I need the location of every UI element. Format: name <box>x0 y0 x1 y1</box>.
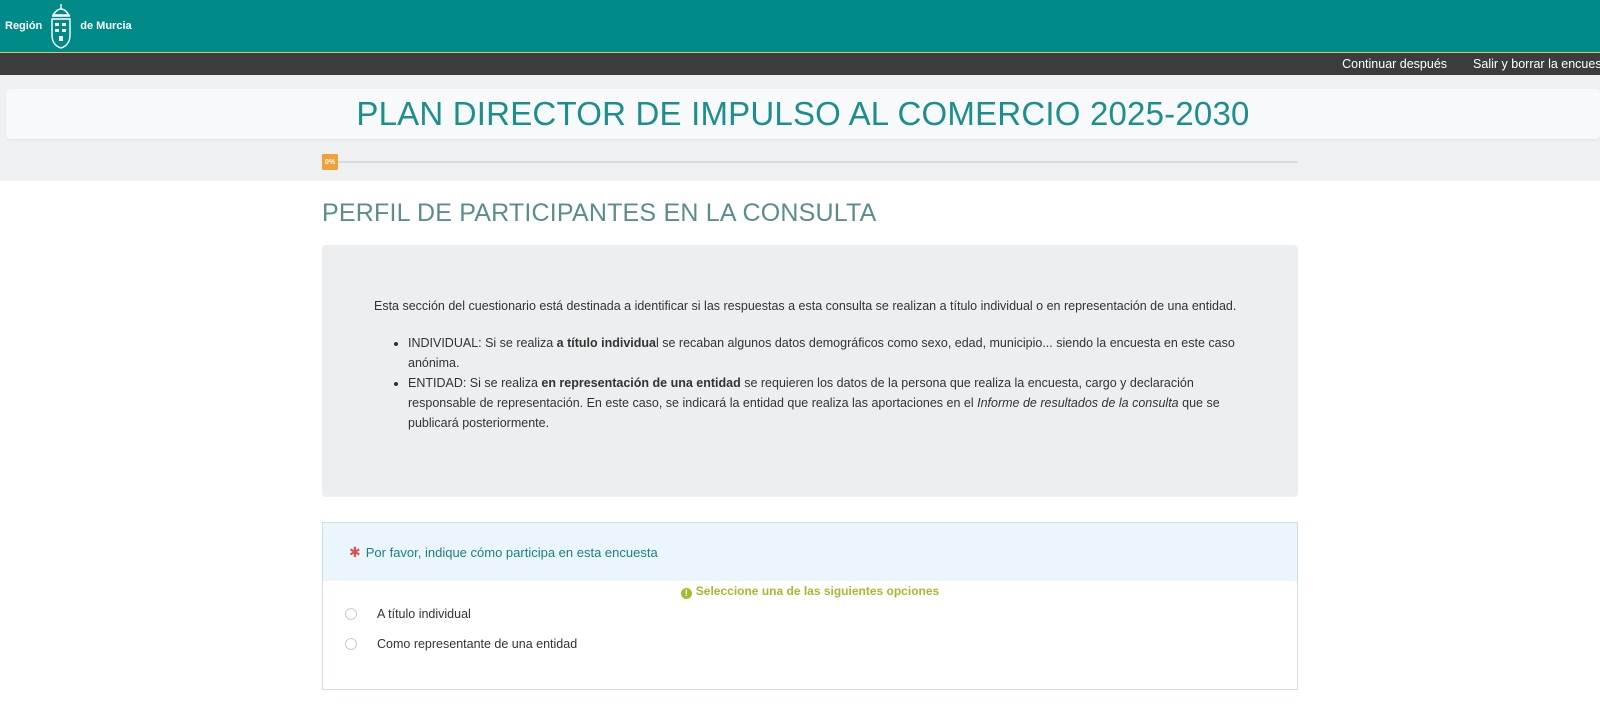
region-de-murcia-logo[interactable]: Región de Murcia <box>5 0 132 52</box>
survey-title-area: PLAN DIRECTOR DE IMPULSO AL COMERCIO 202… <box>0 75 1600 181</box>
list-item-entity: ENTIDAD: Si se realiza en representación… <box>408 373 1248 433</box>
group-description: Esta sección del cuestionario está desti… <box>322 245 1298 497</box>
question-text: Por favor, indique cómo participa en est… <box>365 544 658 560</box>
question-header: ✱ Por favor, indique cómo participa en e… <box>323 523 1297 581</box>
coat-of-arms-icon <box>51 4 71 49</box>
option-individual[interactable]: A título individual <box>323 599 1297 629</box>
list-item-individual: INDIVIDUAL: Si se realiza a título indiv… <box>408 333 1248 373</box>
option-label-entity: Como representante de una entidad <box>377 637 578 651</box>
nav-links: Continuar después Salir y borrar la encu… <box>1342 53 1600 75</box>
option-entity[interactable]: Como representante de una entidad <box>323 629 1297 659</box>
logo-text-region: Región <box>5 20 43 32</box>
exit-and-clear-link[interactable]: Salir y borrar la encuesta <box>1473 57 1600 71</box>
brand-header: Región de Murcia <box>0 0 1600 53</box>
question-help: ! Seleccione una de las siguientes opcion… <box>323 583 1297 599</box>
exclamation-circle-icon: ! <box>680 588 692 599</box>
continue-later-link[interactable]: Continuar después <box>1342 57 1447 71</box>
radio-individual[interactable] <box>345 608 357 620</box>
survey-nav-bar: Continuar después Salir y borrar la encu… <box>0 53 1600 75</box>
participation-question: ✱ Por favor, indique cómo participa en e… <box>322 522 1298 690</box>
question-help-text: Seleccione una de las siguientes opcione… <box>695 584 940 598</box>
option-label-individual: A título individual <box>377 607 471 621</box>
progress-bar: 0% <box>322 154 1298 170</box>
survey-title-card: PLAN DIRECTOR DE IMPULSO AL COMERCIO 202… <box>6 89 1600 139</box>
group-intro: Esta sección del cuestionario está desti… <box>374 299 1237 313</box>
participation-types-list: INDIVIDUAL: Si se realiza a título indiv… <box>374 333 1248 433</box>
progress-fill: 0% <box>322 154 338 170</box>
required-asterisk-icon: ✱ <box>349 543 361 560</box>
group-title: PERFIL DE PARTICIPANTES EN LA CONSULTA <box>322 199 877 227</box>
radio-entity[interactable] <box>345 638 357 650</box>
logo-text-murcia: de Murcia <box>80 20 132 32</box>
survey-title: PLAN DIRECTOR DE IMPULSO AL COMERCIO 202… <box>356 95 1250 132</box>
progress-track <box>322 161 1298 163</box>
